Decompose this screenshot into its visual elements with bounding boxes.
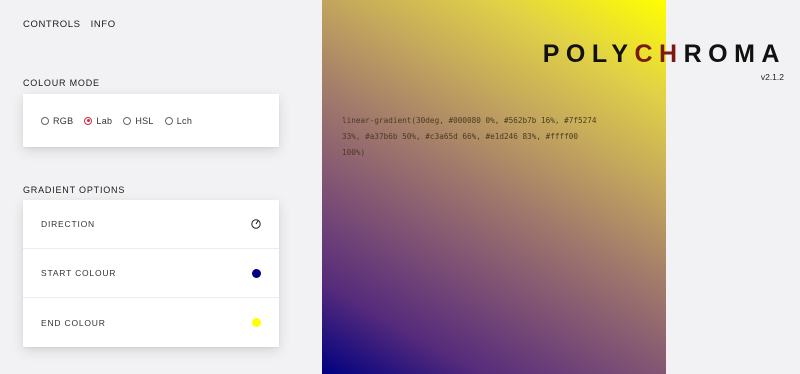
direction-row[interactable]: DIRECTION (23, 200, 279, 249)
logo-text-part3: ROMA (683, 40, 786, 68)
top-nav: CONTROLS INFO (23, 19, 116, 30)
colour-mode-card: RGB Lab HSL Lch (23, 94, 279, 147)
mode-option-lab[interactable]: Lab (84, 116, 112, 126)
mode-label-rgb: RGB (53, 115, 74, 126)
logo-text-part1: POLY (542, 40, 635, 68)
nav-controls-link[interactable]: CONTROLS (23, 19, 81, 30)
start-colour-swatch[interactable] (252, 268, 261, 278)
end-colour-label: END COLOUR (41, 317, 106, 328)
colour-mode-options: RGB Lab HSL Lch (23, 94, 279, 147)
radio-hsl[interactable] (123, 116, 132, 125)
direction-dial-icon[interactable] (251, 219, 261, 229)
radio-rgb[interactable] (41, 116, 49, 125)
end-colour-row[interactable]: END COLOUR (23, 298, 279, 347)
direction-label: DIRECTION (41, 219, 95, 229)
version-label: v2.1.2 (760, 72, 784, 82)
start-colour-row[interactable]: START COLOUR (23, 249, 279, 298)
mode-option-hsl[interactable]: HSL (123, 116, 153, 126)
app: CONTROLS INFO COLOUR MODE RGB Lab HSL Lc… (0, 0, 800, 374)
start-colour-label: START COLOUR (41, 268, 117, 278)
controls-panel: CONTROLS INFO COLOUR MODE RGB Lab HSL Lc… (0, 0, 322, 374)
mode-option-rgb[interactable]: RGB (41, 116, 73, 126)
gradient-options-title: GRADIENT OPTIONS (23, 185, 126, 195)
radio-lch[interactable] (164, 116, 173, 125)
app-logo: POLYCHROMA (543, 40, 786, 69)
mode-label-lch: Lch (176, 115, 193, 126)
nav-info-link[interactable]: INFO (91, 19, 116, 30)
mode-label-hsl: HSL (135, 115, 154, 126)
gradient-options-card: DIRECTION START COLOUR END COLOUR (23, 200, 279, 347)
mode-option-lch[interactable]: Lch (164, 115, 193, 126)
mode-label-lab: Lab (96, 115, 113, 126)
logo-text-part2: CH (634, 40, 684, 68)
gradient-css-output[interactable]: linear-gradient(30deg, #000080 0%, #562b… (342, 113, 602, 161)
end-colour-swatch[interactable] (252, 318, 261, 327)
colour-mode-title: COLOUR MODE (23, 78, 100, 88)
radio-lab[interactable] (84, 116, 93, 125)
